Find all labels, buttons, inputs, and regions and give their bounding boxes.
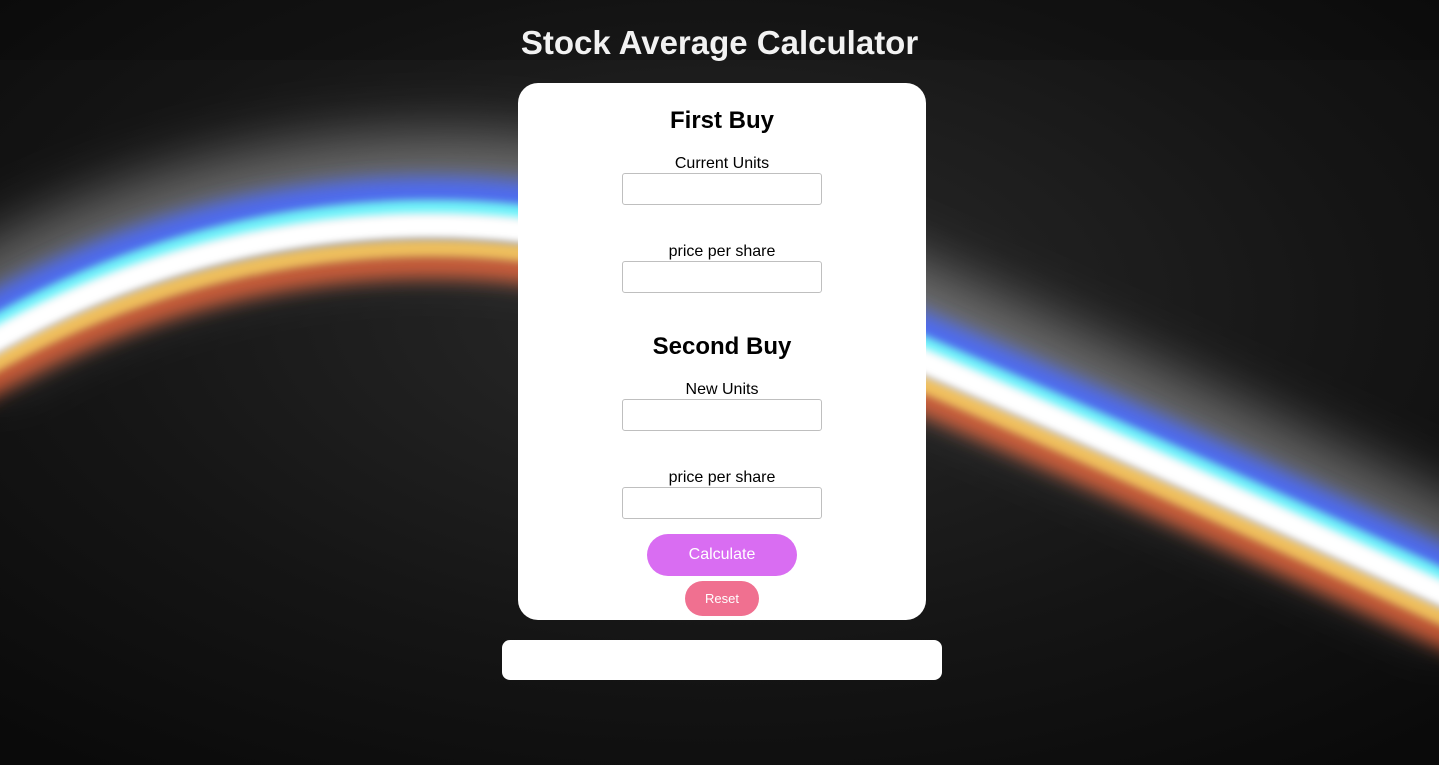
new-units-label: New Units — [685, 381, 759, 398]
new-units-input[interactable] — [622, 399, 822, 431]
calculator-card: First Buy Current Units price per share … — [518, 83, 926, 620]
current-units-label: Current Units — [674, 155, 770, 172]
first-price-per-share-input[interactable] — [622, 261, 822, 293]
result-output — [502, 640, 942, 680]
reset-button[interactable]: Reset — [685, 581, 759, 616]
second-price-per-share-label: price per share — [668, 469, 776, 486]
second-price-per-share-input[interactable] — [622, 487, 822, 519]
page-title: Stock Average Calculator — [520, 24, 919, 61]
second-buy-heading: Second Buy — [652, 333, 792, 360]
current-units-input[interactable] — [622, 173, 822, 205]
first-buy-heading: First Buy — [669, 107, 774, 134]
first-price-per-share-label: price per share — [668, 243, 776, 260]
calculate-button[interactable]: Calculate — [647, 534, 797, 576]
